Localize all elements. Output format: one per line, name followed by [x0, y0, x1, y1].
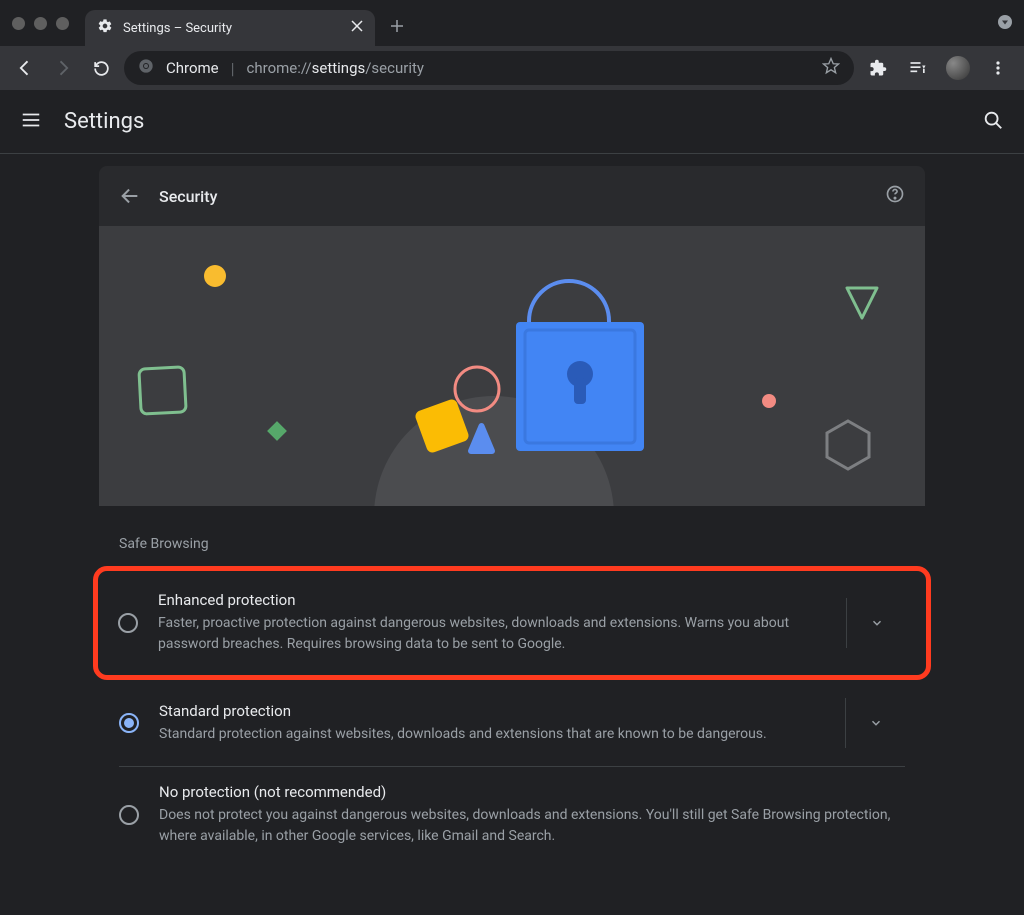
minimize-window-button[interactable]: [34, 17, 47, 30]
tab-overflow-icon[interactable]: [998, 14, 1012, 33]
option-desc: Faster, proactive protection against dan…: [158, 613, 826, 655]
back-button[interactable]: [10, 53, 40, 83]
safe-browsing-label: Safe Browsing: [99, 506, 925, 566]
browser-toolbar: Chrome | chrome://settings/security: [0, 46, 1024, 90]
omnibox-separator: |: [231, 59, 235, 78]
browser-tab[interactable]: Settings – Security: [85, 10, 375, 46]
option-text: Standard protection Standard protection …: [159, 702, 825, 745]
omnibox-app-label: Chrome: [166, 59, 219, 77]
window-controls: [12, 17, 69, 30]
menu-button[interactable]: [982, 52, 1014, 84]
illustration-svg: [99, 226, 925, 506]
section-title: Security: [159, 187, 867, 206]
profile-avatar[interactable]: [942, 52, 974, 84]
section-back-button[interactable]: [119, 185, 141, 207]
search-settings-button[interactable]: [982, 109, 1004, 135]
expand-enhanced-protection[interactable]: [846, 598, 906, 648]
option-standard-protection[interactable]: Standard protection Standard protection …: [99, 680, 925, 766]
security-panel: Security: [99, 166, 925, 863]
option-no-protection[interactable]: No protection (not recommended) Does not…: [119, 766, 905, 863]
radio-no-protection[interactable]: [119, 805, 139, 825]
option-enhanced-protection[interactable]: Enhanced protection Faster, proactive pr…: [104, 571, 920, 675]
maximize-window-button[interactable]: [56, 17, 69, 30]
close-tab-button[interactable]: [351, 20, 363, 36]
option-desc: Standard protection against websites, do…: [159, 724, 825, 745]
radio-enhanced-protection[interactable]: [118, 613, 138, 633]
reading-list-button[interactable]: [902, 52, 934, 84]
extensions-button[interactable]: [862, 52, 894, 84]
bookmark-star-icon[interactable]: [822, 57, 840, 79]
option-title: Standard protection: [159, 702, 825, 720]
omnibox-url: chrome://settings/security: [247, 59, 424, 77]
section-header: Security: [99, 166, 925, 226]
close-window-button[interactable]: [12, 17, 25, 30]
settings-header: Settings: [0, 90, 1024, 154]
expand-standard-protection[interactable]: [845, 698, 905, 748]
titlebar: Settings – Security: [0, 0, 1024, 46]
chrome-icon: [138, 58, 154, 78]
new-tab-button[interactable]: [389, 15, 405, 39]
option-desc: Does not protect you against dangerous w…: [159, 805, 905, 847]
gear-icon: [97, 18, 113, 38]
forward-button[interactable]: [48, 53, 78, 83]
address-bar[interactable]: Chrome | chrome://settings/security: [124, 51, 854, 85]
option-title: Enhanced protection: [158, 591, 826, 609]
hamburger-menu-button[interactable]: [20, 109, 44, 135]
security-illustration: [99, 226, 925, 506]
content-area: Security: [0, 154, 1024, 863]
tab-title: Settings – Security: [123, 21, 341, 36]
chevron-down-icon: [869, 716, 883, 730]
option-title: No protection (not recommended): [159, 783, 905, 801]
highlight-enhanced-protection: Enhanced protection Faster, proactive pr…: [93, 566, 931, 680]
option-text: Enhanced protection Faster, proactive pr…: [158, 591, 826, 655]
radio-standard-protection[interactable]: [119, 713, 139, 733]
reload-button[interactable]: [86, 53, 116, 83]
chevron-down-icon: [870, 616, 884, 630]
help-icon[interactable]: [885, 184, 905, 208]
app-title: Settings: [64, 109, 962, 134]
option-text: No protection (not recommended) Does not…: [159, 783, 905, 847]
